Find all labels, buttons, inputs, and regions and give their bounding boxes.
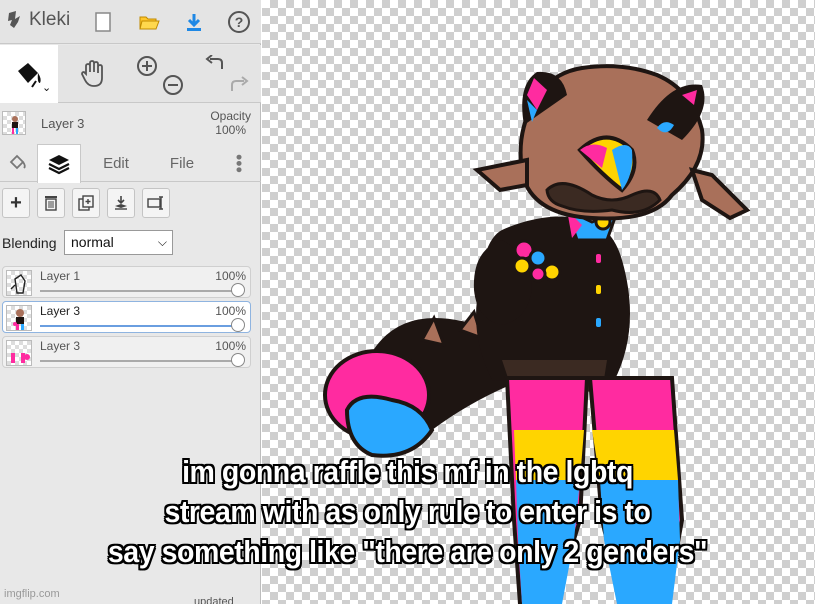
- layer-item[interactable]: Layer 3 100%: [2, 336, 251, 368]
- download-icon: [187, 14, 201, 31]
- hand-icon: [81, 60, 103, 87]
- layer-item-selected[interactable]: Layer 3 100%: [2, 301, 251, 333]
- app-name: Kleki: [29, 9, 71, 30]
- tool-row: ⌄: [0, 45, 261, 103]
- zoom-out-icon[interactable]: [162, 74, 184, 96]
- tab-brush[interactable]: [0, 144, 36, 182]
- delete-layer-icon: [45, 196, 57, 211]
- status-text: updated: [194, 596, 234, 604]
- layer-name: Layer 1: [40, 269, 81, 283]
- undo-redo-controls: [192, 45, 258, 103]
- undo-icon[interactable]: [204, 55, 226, 75]
- paint-bucket-icon: [9, 154, 26, 170]
- opacity-slider-knob[interactable]: [231, 318, 245, 332]
- opacity-slider-track[interactable]: [40, 360, 238, 362]
- opacity-slider-knob[interactable]: [231, 353, 245, 367]
- kleki-logo-icon: [8, 11, 20, 28]
- open-file-button[interactable]: [135, 8, 163, 36]
- layer-thumbnail: [6, 340, 32, 366]
- opacity-slider-knob[interactable]: [231, 283, 245, 297]
- svg-text:?: ?: [235, 14, 244, 30]
- layer-item[interactable]: Layer 1 100%: [2, 266, 251, 298]
- zoom-in-icon[interactable]: [136, 55, 158, 77]
- more-icon: •••: [229, 153, 249, 173]
- merge-down-icon: [115, 196, 127, 210]
- blending-value: normal: [71, 234, 114, 250]
- help-icon: ?: [228, 11, 250, 33]
- kleki-logo[interactable]: Kleki: [6, 9, 70, 31]
- layer-name: Layer 3: [40, 339, 81, 353]
- layer-thumbnail-art: [10, 274, 26, 294]
- layer-opacity: 100%: [215, 339, 246, 353]
- layer-thumbnail: [2, 111, 26, 135]
- tab-layers[interactable]: [37, 144, 81, 183]
- opacity-label: Opacity: [210, 109, 251, 123]
- caption-line-2: stream with as only rule to enter is to: [164, 494, 651, 529]
- layer-thumbnail-art: [12, 116, 18, 134]
- open-folder-icon: [139, 16, 160, 30]
- caption-line-3: say something like "there are only 2 gen…: [107, 534, 708, 569]
- tab-file[interactable]: File: [154, 144, 210, 182]
- layer-thumbnail-art: [13, 309, 24, 330]
- blending-select[interactable]: normal ⌵: [64, 230, 173, 255]
- layer-opacity: 100%: [215, 304, 246, 318]
- opacity-readout: Opacity 100%: [210, 109, 251, 137]
- blending-row: Blending normal ⌵: [0, 229, 261, 257]
- current-layer-header: Layer 3 Opacity 100%: [0, 104, 261, 144]
- tab-edit[interactable]: Edit: [88, 144, 144, 182]
- duplicate-layer-icon: [78, 195, 94, 211]
- layers-icon: [48, 155, 70, 175]
- layer-thumbnail: [6, 270, 32, 296]
- rename-layer-icon: [147, 196, 163, 210]
- top-bar: Kleki ?: [0, 0, 261, 44]
- paint-bucket-icon: [18, 63, 41, 88]
- opacity-value: 100%: [215, 123, 246, 137]
- panel-tabs: Edit File •••: [0, 144, 261, 183]
- delete-layer-button[interactable]: [37, 188, 65, 218]
- layer-thumbnail-art: [11, 353, 30, 363]
- layer-actions: +: [0, 188, 261, 220]
- current-layer-name: Layer 3: [41, 116, 85, 131]
- meme-caption: im gonna raffle this mf in the lgbtq str…: [33, 452, 783, 572]
- chevron-down-icon: ⌵: [157, 235, 167, 249]
- fill-tool-button[interactable]: ⌄: [0, 45, 58, 103]
- download-button[interactable]: [180, 8, 208, 36]
- layer-opacity: 100%: [215, 269, 246, 283]
- new-file-button[interactable]: [89, 8, 117, 36]
- more-menu-button[interactable]: •••: [224, 144, 254, 182]
- merge-down-button[interactable]: [107, 188, 135, 218]
- zoom-controls: [126, 45, 188, 103]
- caption-line-1: im gonna raffle this mf in the lgbtq: [182, 454, 633, 489]
- opacity-slider-track[interactable]: [40, 290, 238, 292]
- watermark: imgflip.com: [4, 588, 60, 600]
- add-layer-button[interactable]: +: [2, 188, 30, 218]
- new-file-icon: [95, 12, 111, 32]
- layer-thumbnail: [6, 305, 32, 331]
- redo-icon[interactable]: [228, 75, 250, 95]
- add-layer-icon: +: [10, 192, 22, 214]
- help-button[interactable]: ?: [225, 8, 253, 36]
- hand-tool-button[interactable]: [62, 45, 124, 103]
- opacity-slider-track[interactable]: [40, 325, 238, 327]
- layer-name: Layer 3: [40, 304, 81, 318]
- duplicate-layer-button[interactable]: [72, 188, 100, 218]
- blending-label: Blending: [2, 235, 57, 251]
- rename-layer-button[interactable]: [142, 188, 170, 218]
- chevron-down-icon: ⌄: [42, 82, 52, 94]
